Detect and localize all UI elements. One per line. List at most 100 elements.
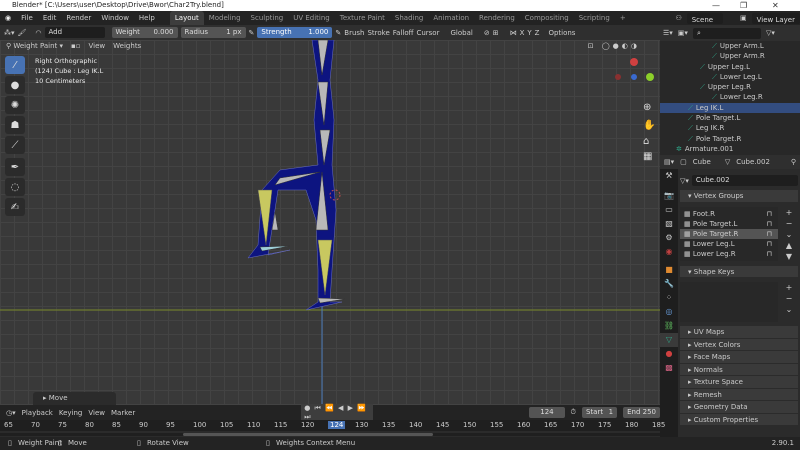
view-layer-tab-icon[interactable]: ▧ [660, 217, 678, 231]
vertex-group-item[interactable]: ▦ Pole Target.L ⊓ [680, 219, 778, 229]
remove-shape-key-button[interactable]: − [782, 293, 796, 304]
tool-icon[interactable]: ⁂▾ [4, 29, 15, 37]
data-tab-icon[interactable]: ▽ [660, 333, 678, 347]
pivot-icon[interactable]: ⊘ [484, 29, 490, 37]
tab-shading[interactable]: Shading [390, 11, 428, 25]
scene-tab-icon[interactable]: ⚙ [660, 231, 678, 245]
tab-animation[interactable]: Animation [428, 11, 474, 25]
lock-icon[interactable]: ⊓ [767, 229, 772, 239]
close-button[interactable]: ✕ [772, 0, 779, 11]
filter-icon[interactable]: ▣▾ [678, 29, 688, 37]
minimize-button[interactable]: — [712, 0, 720, 11]
outliner[interactable]: ☰▾ ▣▾ ⌕ ▽▾ ⟋ Upper Arm.L ⟋ Upper Arm.R ⟋ Upper… [660, 25, 800, 155]
tab-sculpting[interactable]: Sculpting [246, 11, 289, 25]
blender-logo-icon[interactable]: ◉ [0, 11, 16, 25]
end-frame-field[interactable]: End 250 [623, 407, 660, 418]
mirror-x[interactable]: X [520, 29, 525, 37]
menu-window[interactable]: Window [96, 11, 134, 25]
menu-render[interactable]: Render [61, 11, 96, 25]
display-mode-icon[interactable]: ☰▾ [663, 29, 673, 37]
mirror-icon[interactable]: ⋈ [510, 29, 517, 37]
vertex-group-item[interactable]: ▦ Lower Leg.R ⊓ [680, 249, 778, 259]
panel-header[interactable]: ▸ Texture Space [680, 376, 798, 389]
add-workspace-button[interactable]: + [615, 11, 631, 25]
modifier-tab-icon[interactable]: 🔧 [660, 277, 678, 291]
outliner-item[interactable]: ⟋ Pole Target.R [660, 134, 800, 144]
scene-selector[interactable]: Scene [686, 12, 724, 24]
brush-preview-icon[interactable]: ◠ [35, 29, 41, 37]
mirror-z[interactable]: Z [535, 29, 540, 37]
mirror-y[interactable]: Y [527, 29, 531, 37]
tab-uv-editing[interactable]: UV Editing [288, 11, 335, 25]
weight-field[interactable]: Weight 0.000 [111, 27, 178, 38]
constraints-tab-icon[interactable]: ⛓ [660, 319, 678, 333]
properties-editor[interactable]: ▤▾ ▢ Cube ▽ Cube.002 ⚲ ⚒ 📷 ▭ ▧ ⚙ ◉ ■ 🔧 ⁘ ◎… [660, 155, 800, 437]
material-tab-icon[interactable]: ● [660, 347, 678, 361]
snap-icon[interactable]: ⊞ [493, 29, 499, 37]
particles-tab-icon[interactable]: ⁘ [660, 291, 678, 305]
object-tab-icon[interactable]: ■ [660, 263, 678, 277]
world-tab-icon[interactable]: ◉ [660, 245, 678, 259]
keying-menu[interactable]: Keying [59, 409, 83, 417]
ortho-toggle-icon[interactable]: ▦ [643, 151, 652, 162]
add-vertex-group-button[interactable]: + [782, 207, 796, 218]
panel-header[interactable]: ▸ Remesh [680, 388, 798, 401]
blend-mode-field[interactable]: Add [44, 27, 105, 38]
view-layer-icon[interactable]: ▣ [735, 11, 752, 25]
add-shape-key-button[interactable]: + [782, 282, 796, 293]
tab-scripting[interactable]: Scripting [574, 11, 615, 25]
editor-type-icon[interactable]: ▤▾ [664, 158, 674, 166]
outliner-item[interactable]: ⟋ Pole Target.L [660, 113, 800, 123]
menu-edit[interactable]: Edit [38, 11, 62, 25]
strength-field[interactable]: Strength 1.000 [257, 27, 333, 38]
brush-icon[interactable]: 🖌 [18, 29, 27, 37]
marker-menu[interactable]: Marker [111, 409, 135, 417]
tab-rendering[interactable]: Rendering [474, 11, 520, 25]
panel-header[interactable]: ▸ Vertex Colors [680, 338, 798, 351]
pressure-icon[interactable]: ✎ [335, 29, 341, 37]
tab-layout[interactable]: Layout [169, 11, 204, 25]
orientation-dropdown[interactable]: Global [450, 29, 472, 37]
panel-header[interactable]: ▸ Normals [680, 363, 798, 376]
funnel-icon[interactable]: ▽▾ [766, 29, 775, 37]
physics-tab-icon[interactable]: ◎ [660, 305, 678, 319]
pressure-icon[interactable]: ✎ [249, 29, 255, 37]
vertex-group-specials-button[interactable]: ⌄ [782, 229, 796, 240]
options-menu[interactable]: Options [548, 29, 575, 37]
pan-view-icon[interactable]: ✋ [643, 118, 655, 131]
vertex-group-item[interactable]: ▦ Foot.R ⊓ [680, 209, 778, 219]
tab-texture-paint[interactable]: Texture Paint [335, 11, 390, 25]
outliner-item[interactable]: ⟋ Upper Leg.R [660, 82, 800, 92]
outliner-item[interactable]: ⟋ Leg IK.R [660, 123, 800, 133]
panel-header[interactable]: ▸ Geometry Data [680, 401, 798, 414]
last-operator-panel[interactable]: ▸ Move [33, 392, 116, 405]
output-tab-icon[interactable]: ▭ [660, 203, 678, 217]
outliner-item[interactable]: ⟋ Upper Leg.L [660, 62, 800, 72]
view-menu[interactable]: View [88, 409, 105, 417]
current-frame-field[interactable]: 124 [529, 407, 565, 418]
remove-vertex-group-button[interactable]: − [782, 218, 796, 229]
pin-icon[interactable]: ⚲ [791, 158, 796, 166]
camera-view-icon[interactable]: ⌂ [643, 136, 649, 147]
vertex-group-list[interactable]: ▦ Foot.R ⊓ ▦ Pole Target.L ⊓ ▦ Pole Target.R… [680, 206, 778, 261]
outliner-item[interactable]: ⟋ Lower Leg.L [660, 72, 800, 82]
outliner-item[interactable]: ✲ Armature.001 [660, 144, 800, 154]
move-down-button[interactable]: ▼ [782, 251, 796, 262]
vertex-groups-panel-header[interactable]: ▾ Vertex Groups [680, 190, 798, 203]
outliner-search[interactable]: ⌕ [692, 27, 761, 39]
menu-file[interactable]: File [16, 11, 38, 25]
shape-key-specials-button[interactable]: ⌄ [782, 304, 796, 315]
playback-controls[interactable]: ● ⏮ ⏪ ◀ ▶ ⏩ ⏭ [301, 403, 374, 422]
render-tab-icon[interactable]: 📷 [660, 189, 678, 203]
vertex-group-item[interactable]: ▦ Lower Leg.L ⊓ [680, 239, 778, 249]
mesh-data-icon[interactable]: ▽▾ [680, 177, 689, 185]
falloff-menu[interactable]: Falloff [393, 29, 414, 37]
menu-help[interactable]: Help [134, 11, 160, 25]
shape-key-list[interactable] [680, 282, 778, 322]
lock-icon[interactable]: ⊓ [767, 219, 772, 229]
stopwatch-icon[interactable]: ⏱ [571, 408, 576, 417]
playback-menu[interactable]: Playback [22, 409, 53, 417]
panel-header[interactable]: ▸ Face Maps [680, 351, 798, 364]
tab-compositing[interactable]: Compositing [520, 11, 574, 25]
tool-tab-icon[interactable]: ⚒ [660, 169, 678, 183]
